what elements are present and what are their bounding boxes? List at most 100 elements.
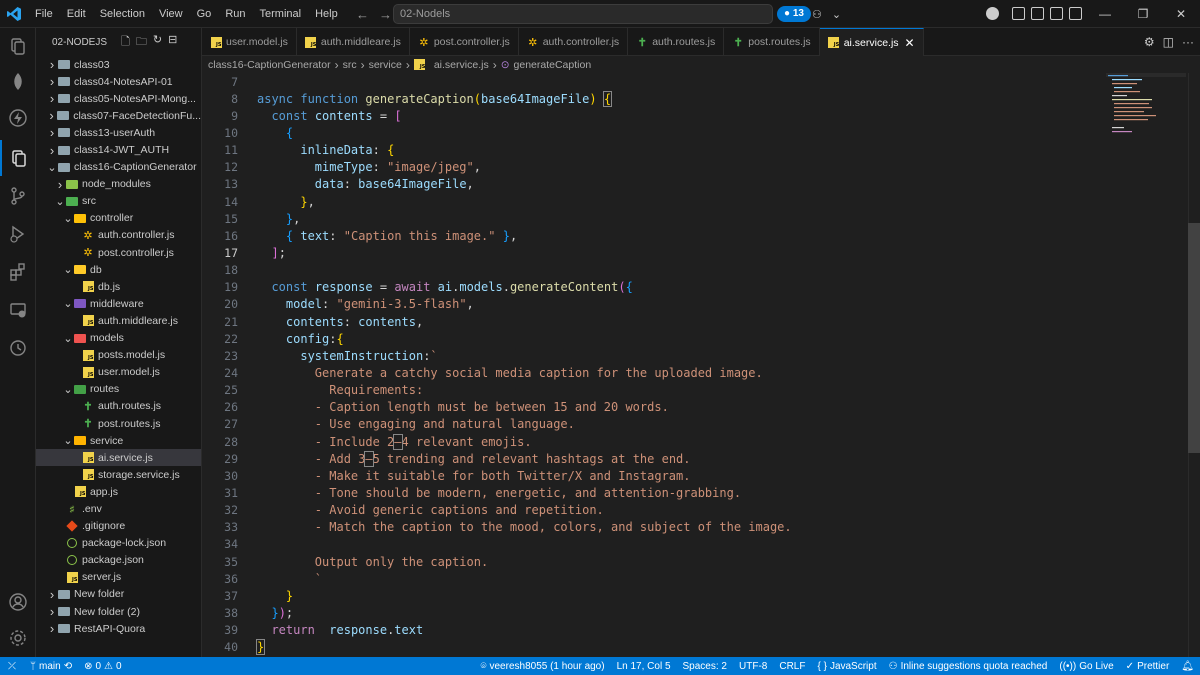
tree-file[interactable]: JS posts.model.js: [36, 347, 201, 364]
code-line[interactable]: 10 {: [202, 124, 1187, 141]
code-line[interactable]: 14 },: [202, 193, 1187, 210]
timeline-icon[interactable]: [0, 330, 36, 366]
menu-help[interactable]: Help: [308, 0, 345, 28]
extensions-icon[interactable]: [0, 254, 36, 290]
toggle-sidebar-icon[interactable]: [1031, 7, 1044, 20]
branch-indicator[interactable]: ᛘ main ⟲: [24, 661, 78, 672]
code-line[interactable]: 19 const response = await ai.models.gene…: [202, 279, 1187, 296]
code-line[interactable]: 25 Requirements:: [202, 382, 1187, 399]
refresh-icon[interactable]: ↻: [153, 33, 162, 52]
code-line[interactable]: 30 - Make it suitable for both Twitter/X…: [202, 467, 1187, 484]
mongodb-leaf-icon[interactable]: [0, 64, 36, 100]
chevron-down-icon[interactable]: ⌄: [832, 8, 841, 21]
line-ending[interactable]: CRLF: [773, 661, 811, 672]
tree-file[interactable]: JS auth.middleare.js: [36, 312, 201, 329]
tree-folder[interactable]: ⌄ models: [36, 330, 201, 347]
copilot-icon[interactable]: ⚇: [812, 8, 822, 21]
tree-file[interactable]: ✝ post.routes.js: [36, 415, 201, 432]
tree-file[interactable]: ✲ post.controller.js: [36, 244, 201, 261]
code-line[interactable]: 29 - Add 3–5 trending and relevant hasht…: [202, 450, 1187, 467]
indentation[interactable]: Spaces: 2: [677, 661, 733, 672]
code-line[interactable]: 16 { text: "Caption this image." },: [202, 227, 1187, 244]
prettier-status[interactable]: ✓ Prettier: [1120, 661, 1176, 672]
code-line[interactable]: 38 });: [202, 604, 1187, 621]
command-center-search[interactable]: 02-Nodels: [393, 4, 773, 24]
scrollbar-thumb[interactable]: [1188, 223, 1200, 453]
menu-run[interactable]: Run: [218, 0, 252, 28]
breadcrumb-item[interactable]: ai.service.js: [434, 59, 489, 71]
remote-indicator-icon[interactable]: ⤫: [0, 657, 24, 675]
menu-go[interactable]: Go: [190, 0, 219, 28]
tab-auth-routes-js[interactable]: ✝ auth.routes.js: [628, 28, 725, 56]
tree-file[interactable]: ✝ auth.routes.js: [36, 398, 201, 415]
tree-file[interactable]: .gitignore: [36, 518, 201, 535]
code-line[interactable]: 9 const contents = [: [202, 107, 1187, 124]
code-line[interactable]: 26 - Caption length must be between 15 a…: [202, 399, 1187, 416]
encoding[interactable]: UTF-8: [733, 661, 773, 672]
breadcrumb-item[interactable]: service: [369, 59, 402, 71]
tree-folder[interactable]: › node_modules: [36, 176, 201, 193]
code-line[interactable]: 22 config:{: [202, 330, 1187, 347]
problems-indicator[interactable]: ⊗ 0 ⚠ 0: [78, 661, 127, 672]
tree-folder[interactable]: › New folder (2): [36, 603, 201, 620]
code-line[interactable]: 18: [202, 262, 1187, 279]
code-line[interactable]: 15 },: [202, 210, 1187, 227]
more-actions-icon[interactable]: ···: [1182, 35, 1194, 49]
code-line[interactable]: 37 }: [202, 587, 1187, 604]
toggle-secondary-sidebar-icon[interactable]: [1069, 7, 1082, 20]
menu-terminal[interactable]: Terminal: [253, 0, 309, 28]
thunder-client-icon[interactable]: [0, 100, 36, 136]
tree-folder[interactable]: › class04-NotesAPI-01: [36, 73, 201, 90]
tab-auth-middleare-js[interactable]: JS auth.middleare.js: [297, 28, 410, 56]
code-line[interactable]: 28 - Include 2–4 relevant emojis.: [202, 433, 1187, 450]
copilot-chat-icon[interactable]: ⚙: [1144, 35, 1155, 49]
account-icon[interactable]: [0, 584, 36, 620]
close-window-icon[interactable]: ✕: [1162, 0, 1200, 28]
code-line[interactable]: 8 async function generateCaption(base64Im…: [202, 90, 1187, 107]
code-line[interactable]: 12 mimeType: "image/jpeg",: [202, 159, 1187, 176]
new-file-icon[interactable]: 🗋: [121, 33, 130, 52]
new-folder-icon[interactable]: 🗀: [136, 33, 147, 52]
notifications-bell-icon[interactable]: 🔔︎: [1175, 661, 1200, 672]
language-mode[interactable]: { } JavaScript: [811, 661, 882, 672]
tree-folder[interactable]: ⌄ controller: [36, 210, 201, 227]
code-line[interactable]: 31 - Tone should be modern, energetic, a…: [202, 484, 1187, 501]
tree-folder[interactable]: ⌄ src: [36, 193, 201, 210]
run-debug-icon[interactable]: [0, 216, 36, 252]
code-line[interactable]: 13 data: base64ImageFile,: [202, 176, 1187, 193]
notification-badge[interactable]: ● 13: [777, 6, 811, 22]
git-blame[interactable]: ⌾ veeresh8055 (1 hour ago): [475, 661, 611, 672]
tree-file[interactable]: package-lock.json: [36, 535, 201, 552]
toggle-panel-icon[interactable]: [1050, 7, 1063, 20]
menu-file[interactable]: File: [28, 0, 60, 28]
tree-file[interactable]: ♯ .env: [36, 500, 201, 517]
collapse-all-icon[interactable]: ⊟: [168, 33, 177, 52]
code-line[interactable]: 24 Generate a catchy social media captio…: [202, 364, 1187, 381]
tree-folder[interactable]: › class14-JWT_AUTH: [36, 141, 201, 158]
tree-file[interactable]: JS db.js: [36, 278, 201, 295]
code-line[interactable]: 32 - Avoid generic captions and repetiti…: [202, 502, 1187, 519]
code-line[interactable]: 7: [202, 73, 1187, 90]
code-line[interactable]: 17 ];: [202, 244, 1187, 261]
restore-icon[interactable]: ❐: [1124, 0, 1162, 28]
tree-folder[interactable]: ⌄ service: [36, 432, 201, 449]
forward-arrow-icon[interactable]: →: [379, 7, 392, 22]
files-icon[interactable]: [0, 140, 36, 176]
account-theme-icon[interactable]: [986, 7, 999, 20]
tree-file[interactable]: JS storage.service.js: [36, 466, 201, 483]
settings-gear-icon[interactable]: [0, 620, 36, 656]
remote-explorer-icon[interactable]: [0, 292, 36, 328]
code-line[interactable]: 33 - Match the caption to the mood, colo…: [202, 519, 1187, 536]
tree-folder[interactable]: ⌄ class16-CaptionGenerator: [36, 159, 201, 176]
code-line[interactable]: 23 systemInstruction:`: [202, 347, 1187, 364]
code-line[interactable]: 36 `: [202, 570, 1187, 587]
code-line[interactable]: 21 contents: contents,: [202, 313, 1187, 330]
split-editor-icon[interactable]: ◫: [1163, 35, 1174, 49]
code-editor[interactable]: 7 8 async function generateCaption(base64I…: [202, 73, 1187, 657]
menu-selection[interactable]: Selection: [93, 0, 152, 28]
back-arrow-icon[interactable]: ←: [356, 7, 369, 22]
layout-grid-icon[interactable]: [1012, 7, 1025, 20]
explorer-icon[interactable]: [0, 28, 36, 64]
go-live-button[interactable]: ((•)) Go Live: [1053, 661, 1119, 672]
editor-scrollbar[interactable]: [1188, 73, 1200, 657]
